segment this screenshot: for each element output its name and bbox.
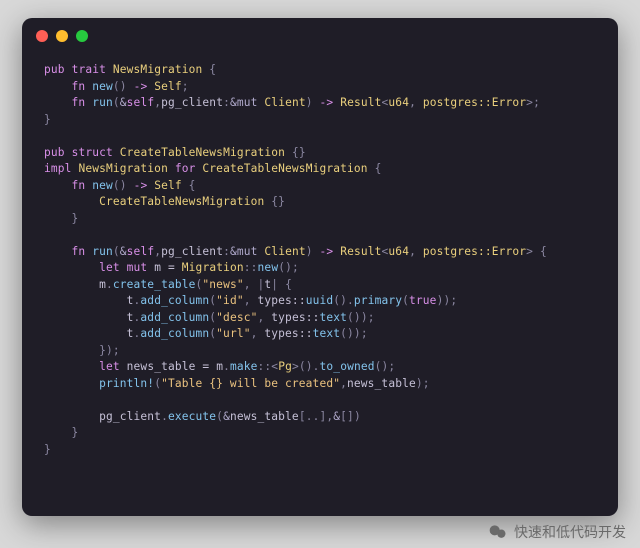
maximize-icon[interactable] bbox=[76, 30, 88, 42]
close-icon[interactable] bbox=[36, 30, 48, 42]
window-titlebar bbox=[22, 18, 618, 54]
code-content: pub trait NewsMigration { fn new() -> Se… bbox=[22, 54, 618, 478]
struct-name: CreateTableNewsMigration bbox=[120, 146, 285, 159]
fn-new: new bbox=[92, 80, 113, 93]
watermark-text: 快速和低代码开发 bbox=[514, 522, 626, 542]
wechat-icon bbox=[488, 522, 508, 542]
kw-trait: trait bbox=[72, 63, 106, 76]
code-window: pub trait NewsMigration { fn new() -> Se… bbox=[22, 18, 618, 516]
fn-run: run bbox=[92, 96, 113, 109]
kw-pub: pub bbox=[44, 63, 65, 76]
minimize-icon[interactable] bbox=[56, 30, 68, 42]
trait-name: NewsMigration bbox=[113, 63, 203, 76]
watermark: 快速和低代码开发 bbox=[488, 522, 626, 542]
